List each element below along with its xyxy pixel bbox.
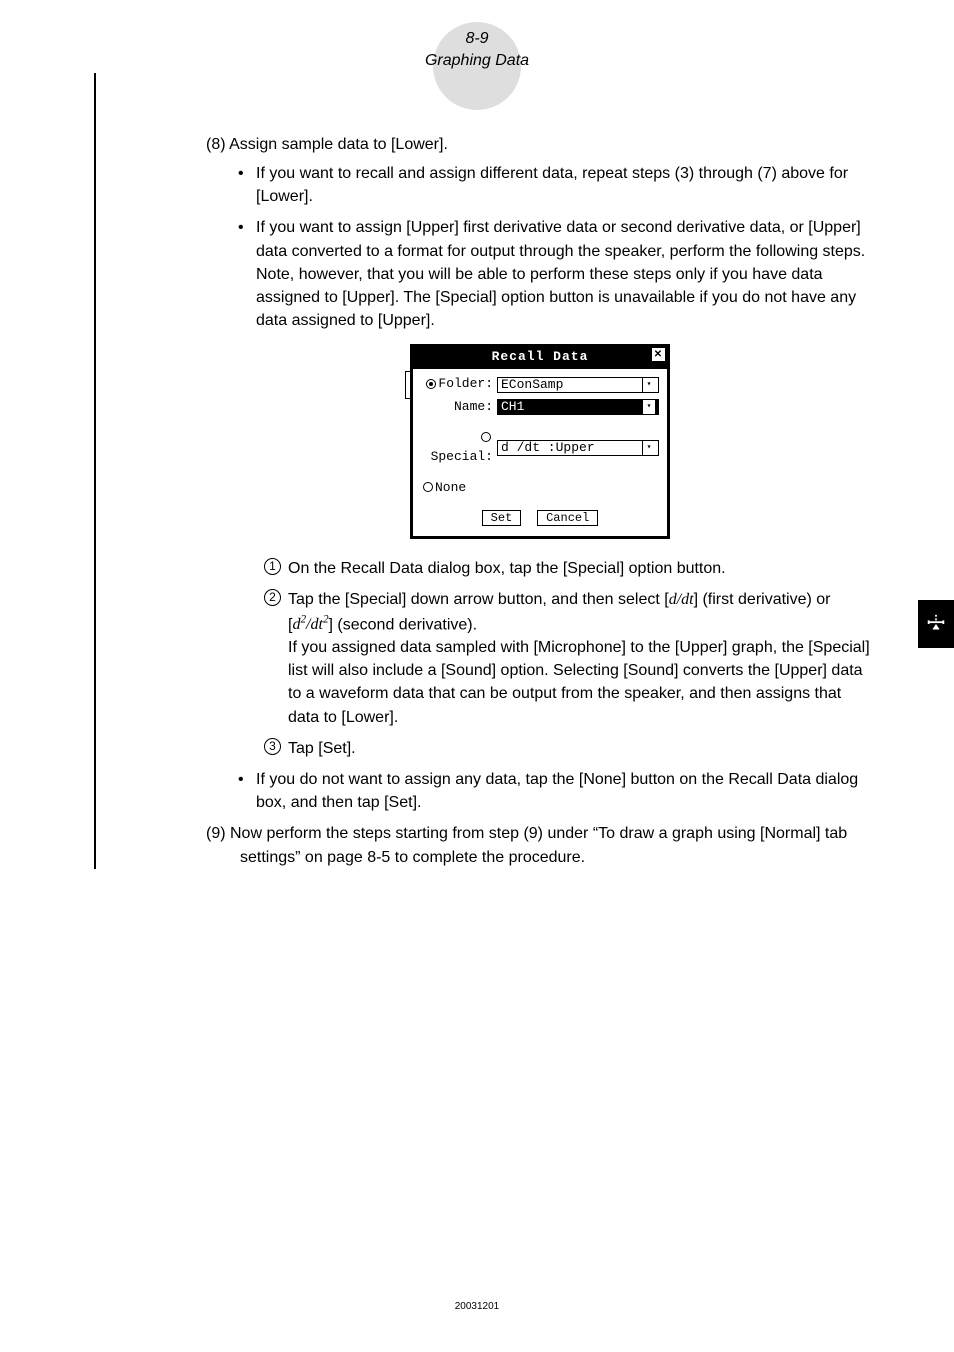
none-radio[interactable]	[423, 482, 433, 492]
chevron-down-icon[interactable]: ▾	[642, 441, 655, 455]
bullet-none: If you do not want to assign any data, t…	[242, 768, 874, 814]
cancel-button[interactable]: Cancel	[537, 510, 598, 526]
circled-num-1: 1	[264, 558, 281, 575]
folder-label: Folder:	[438, 376, 493, 391]
substep-2-note: If you assigned data sampled with [Micro…	[288, 636, 874, 729]
special-dropdown[interactable]: d /dt :Upper ▾	[497, 440, 659, 456]
close-icon[interactable]: ✕	[652, 348, 665, 361]
circled-num-2: 2	[264, 589, 281, 606]
substep-1: 1 On the Recall Data dialog box, tap the…	[266, 557, 874, 580]
name-label: Name:	[421, 398, 497, 417]
folder-dropdown[interactable]: EConSamp ▾	[497, 377, 659, 393]
name-dropdown[interactable]: CH1 ▾	[497, 399, 659, 415]
special-radio[interactable]	[481, 432, 491, 442]
chevron-down-icon[interactable]: ▾	[642, 378, 655, 392]
chevron-down-icon[interactable]: ▾	[642, 400, 655, 414]
step-8: (8) Assign sample data to [Lower].	[206, 133, 874, 156]
recall-data-dialog: Recall Data ✕ Folder: EConSamp ▾ Name: C…	[410, 344, 670, 539]
section-title: Graphing Data	[0, 50, 954, 72]
circled-num-3: 3	[264, 738, 281, 755]
bullet-special-note: If you want to assign [Upper] first deri…	[242, 216, 874, 332]
page-number: 8-9	[0, 28, 954, 50]
folder-radio[interactable]	[426, 379, 436, 389]
special-label: Special:	[431, 449, 493, 464]
dialog-title: Recall Data ✕	[413, 347, 667, 368]
none-label: None	[435, 480, 466, 495]
side-tab-icon	[918, 600, 954, 648]
substep-3: 3 Tap [Set].	[266, 737, 874, 760]
step-9: (9) Now perform the steps starting from …	[206, 822, 874, 868]
bullet-recall-different: If you want to recall and assign differe…	[242, 162, 874, 208]
footer-id: 20031201	[0, 1301, 954, 1312]
substep-2: 2 Tap the [Special] down arrow button, a…	[266, 588, 874, 728]
set-button[interactable]: Set	[482, 510, 522, 526]
dialog-side-tab-icon	[405, 371, 411, 399]
